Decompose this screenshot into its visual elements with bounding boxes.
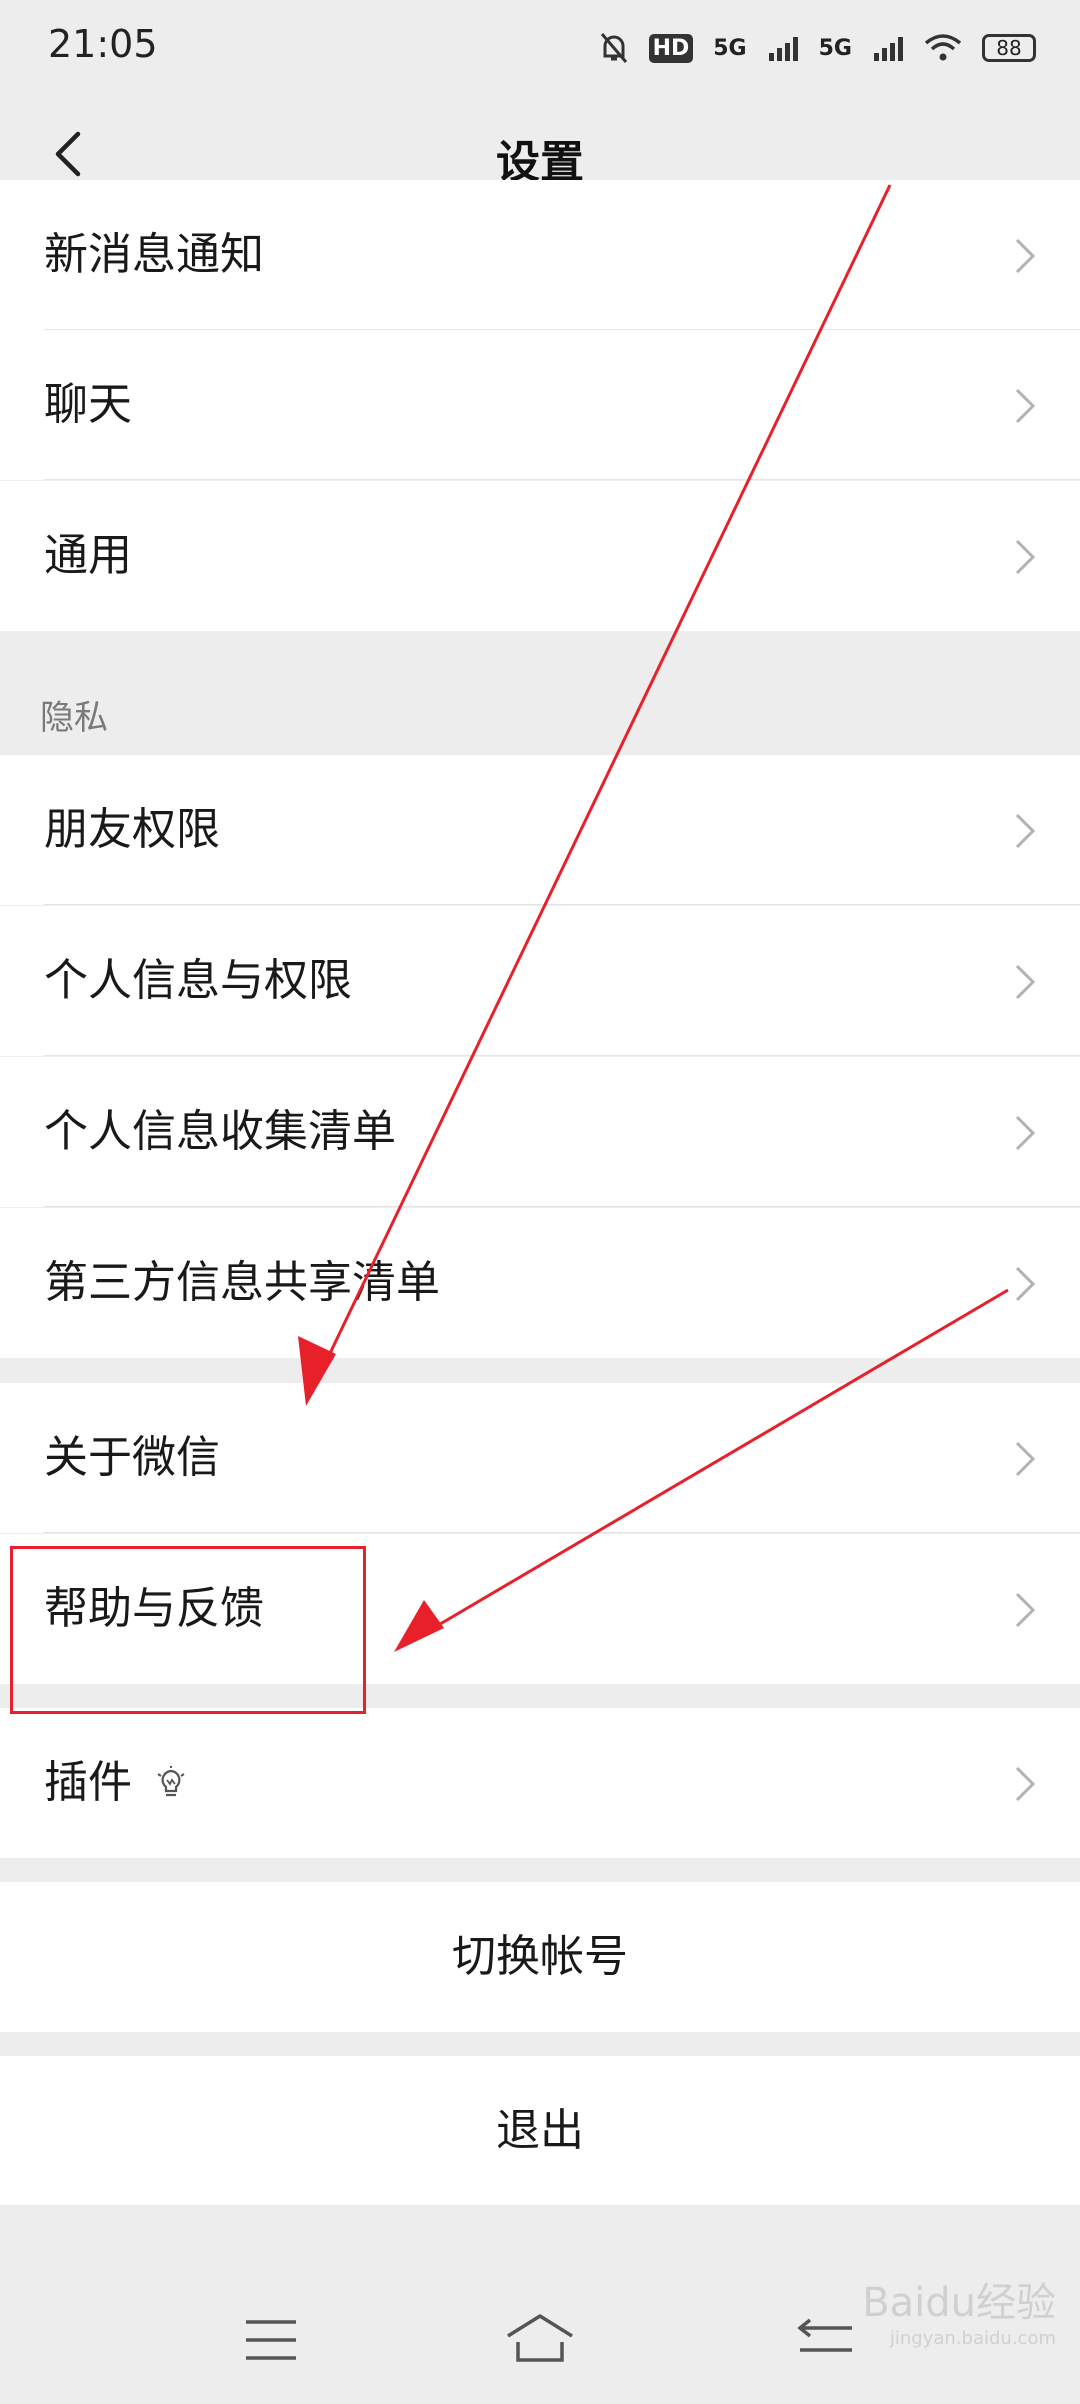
annotation-arrow-2-line [429,1288,1009,1632]
annotation-arrow-1-head [298,1336,336,1406]
annotation-arrow-2-head [394,1600,444,1652]
annotation-arrows [298,184,1009,1652]
annotation-arrow-1-line [320,184,892,1371]
